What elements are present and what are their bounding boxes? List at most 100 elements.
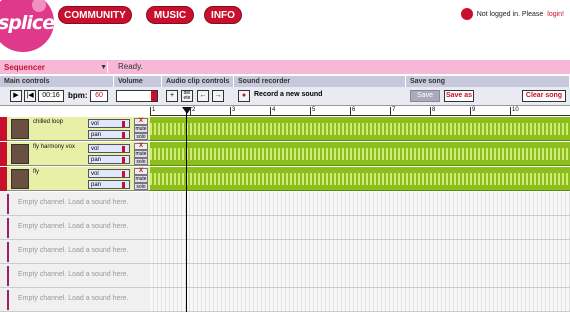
empty-channel[interactable]: Empty channel. Load a sound here. (0, 192, 570, 216)
track-name: fly harmony vox (33, 144, 76, 150)
avatar (11, 169, 29, 189)
time-display: 00:16 (38, 90, 64, 102)
avatar (11, 119, 29, 139)
record-icon[interactable]: ● (238, 90, 250, 102)
slider-knob[interactable] (122, 157, 125, 163)
track-row: fly vol pan X mute solo (0, 167, 570, 191)
remove-track-button[interactable]: X (134, 168, 148, 175)
channel-lane[interactable] (150, 264, 570, 288)
section-recorder: Sound recorder (234, 76, 406, 87)
waveform (150, 148, 570, 160)
waveform (150, 123, 570, 135)
timeline-tick: 9 (470, 107, 476, 115)
pan-label: pan (91, 157, 102, 163)
channel-color-strip (7, 218, 9, 238)
track-pan-slider[interactable]: pan (88, 180, 130, 189)
timeline-tick: 4 (270, 107, 276, 115)
add-icon[interactable]: + (166, 90, 178, 102)
login-link[interactable]: login! (547, 11, 564, 18)
solo-button[interactable]: solo (134, 183, 148, 190)
channel-color-strip (7, 242, 9, 262)
empty-channel-text[interactable]: Empty channel. Load a sound here. (18, 199, 129, 206)
bpm-label: bpm: (68, 91, 88, 100)
chevron-down-icon: ▼ (100, 64, 107, 71)
slider-knob[interactable] (122, 132, 125, 138)
splat-icon (460, 8, 473, 20)
track-color-strip (0, 142, 7, 166)
track-row: chilled loop vol pan X mute solo (0, 117, 570, 141)
playhead-marker-icon[interactable] (182, 107, 192, 114)
record-label[interactable]: Record a new sound (254, 91, 322, 98)
timeline-tick: 1 (150, 107, 156, 115)
timeline-tick: 5 (310, 107, 316, 115)
empty-channel-text[interactable]: Empty channel. Load a sound here. (18, 247, 129, 254)
audio-clip[interactable] (150, 167, 570, 191)
empty-channel-text[interactable]: Empty channel. Load a sound here. (18, 271, 129, 278)
empty-channel[interactable]: Empty channel. Load a sound here. (0, 288, 570, 312)
nav-info-button[interactable]: INFO (204, 6, 242, 24)
channel-color-strip (7, 266, 9, 286)
track-pan-slider[interactable]: pan (88, 130, 130, 139)
empty-channel[interactable]: Empty channel. Load a sound here. (0, 216, 570, 240)
section-clip-controls: Audio clip controls (162, 76, 234, 87)
volume-slider[interactable] (116, 90, 158, 102)
slider-knob[interactable] (122, 121, 125, 127)
login-text: Not logged in. Please (476, 10, 544, 18)
timeline-tick: 3 (230, 107, 236, 115)
section-main-controls: Main controls (0, 76, 114, 87)
arrow-right-icon[interactable]: → (212, 90, 224, 102)
pan-label: pan (91, 132, 102, 138)
timeline-tick: 7 (390, 107, 396, 115)
mute-button[interactable]: mute (134, 125, 148, 133)
sequencer-dropdown[interactable]: Sequencer ▼ (4, 62, 108, 73)
channel-lane[interactable] (150, 192, 570, 216)
track-color-strip (0, 167, 7, 191)
timeline-tick: 10 (510, 107, 519, 115)
track-name: chilled loop (33, 119, 64, 125)
nav-community-button[interactable]: COMMUNITY (58, 6, 132, 24)
playhead[interactable] (186, 107, 187, 312)
empty-channel[interactable]: Empty channel. Load a sound here. (0, 264, 570, 288)
arrow-left-icon[interactable]: ← (197, 90, 209, 102)
delete-button[interactable]: del ete (181, 90, 193, 102)
timeline-ruler[interactable]: 1 2 3 4 5 6 7 8 9 10 (150, 107, 570, 116)
audio-clip[interactable] (150, 117, 570, 141)
logo-text: splice (0, 12, 54, 34)
slider-knob[interactable] (122, 182, 125, 188)
remove-track-button[interactable]: X (134, 118, 148, 125)
empty-channel-text[interactable]: Empty channel. Load a sound here. (18, 223, 129, 230)
slider-knob[interactable] (122, 146, 125, 152)
track-volume-slider[interactable]: vol (88, 144, 130, 153)
track-volume-slider[interactable]: vol (88, 169, 130, 178)
channel-color-strip (7, 290, 9, 310)
channel-color-strip (7, 194, 9, 214)
save-button[interactable]: Save (410, 90, 440, 102)
clear-song-button[interactable]: Clear song (522, 90, 566, 102)
timeline-tick: 8 (430, 107, 436, 115)
track-name: fly (33, 169, 39, 175)
solo-button[interactable]: solo (134, 158, 148, 165)
track-color-strip (0, 117, 7, 141)
play-icon[interactable]: ▶ (10, 90, 22, 102)
remove-track-button[interactable]: X (134, 143, 148, 150)
audio-clip[interactable] (150, 142, 570, 166)
track-volume-slider[interactable]: vol (88, 119, 130, 128)
channel-lane[interactable] (150, 288, 570, 312)
solo-button[interactable]: solo (134, 133, 148, 140)
bpm-input[interactable]: 60 (90, 90, 108, 102)
login-status: Not logged in. Please login! (460, 8, 564, 20)
track-pan-slider[interactable]: pan (88, 155, 130, 164)
section-save: Save song (406, 76, 570, 87)
rewind-icon[interactable]: |◀ (24, 90, 36, 102)
mute-button[interactable]: mute (134, 150, 148, 158)
channel-lane[interactable] (150, 240, 570, 264)
mute-button[interactable]: mute (134, 175, 148, 183)
save-as-button[interactable]: Save as (444, 90, 474, 102)
vol-label: vol (91, 121, 99, 127)
channel-lane[interactable] (150, 216, 570, 240)
nav-music-button[interactable]: MUSIC (146, 6, 194, 24)
empty-channel[interactable]: Empty channel. Load a sound here. (0, 240, 570, 264)
sequencer-label: Sequencer (4, 63, 45, 72)
empty-channel-text[interactable]: Empty channel. Load a sound here. (18, 295, 129, 302)
slider-knob[interactable] (122, 171, 125, 177)
